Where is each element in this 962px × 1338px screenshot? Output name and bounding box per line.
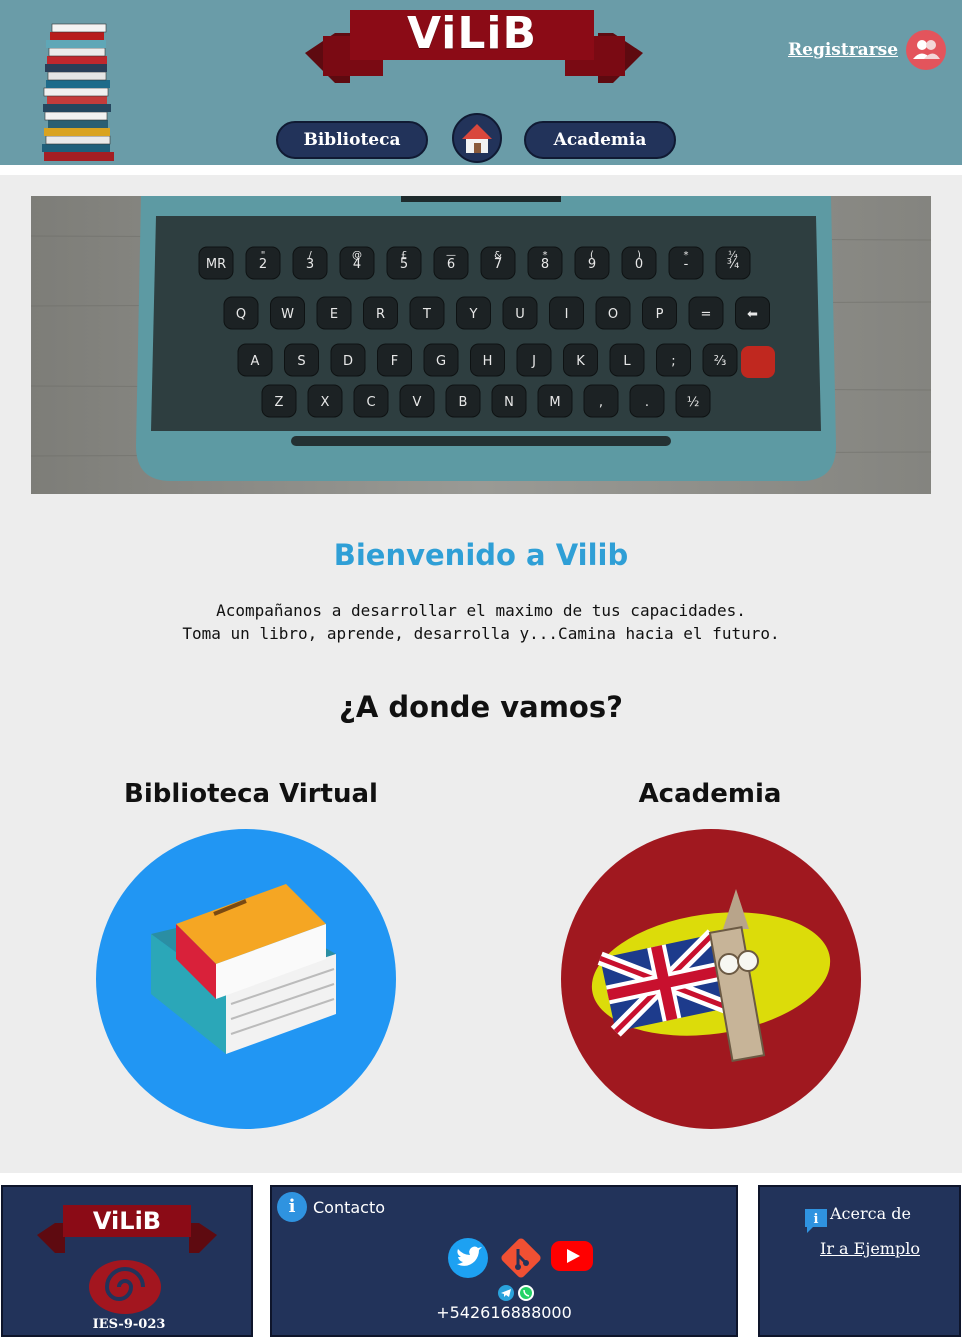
typewriter-key-shift-label: ) xyxy=(637,250,641,261)
contact-phone: +542616888000 xyxy=(436,1303,572,1322)
typewriter-key-label: , xyxy=(599,395,603,410)
typewriter-hero-image: MR 2 " 3/4 @5 £6—7 & 8 * 9(0) - * ¾ ¼ Q W E R T Y U I O P = ⬅ A S D F… xyxy=(31,196,931,494)
typewriter-key-label: S xyxy=(297,354,305,369)
typewriter-red-key xyxy=(741,346,775,378)
typewriter-key-label: E xyxy=(330,307,338,322)
typewriter-key-label: MR xyxy=(206,257,226,272)
typewriter-key-label: Q xyxy=(236,307,246,322)
typewriter-key-label: I xyxy=(565,307,569,322)
typewriter-key-label: M xyxy=(549,395,560,410)
typewriter-key-label: P xyxy=(656,307,664,322)
contact-label: Contacto xyxy=(313,1198,386,1217)
typewriter-key-label: K xyxy=(576,354,585,369)
git-icon[interactable] xyxy=(500,1237,542,1279)
typewriter-key-label: Y xyxy=(469,307,478,322)
intro-line-2: Toma un libro, aprende, desarrolla y...C… xyxy=(182,624,780,643)
typewriter-key-label: W xyxy=(281,307,294,322)
typewriter-key-label: H xyxy=(483,354,493,369)
telegram-icon[interactable] xyxy=(498,1285,514,1301)
footer-about-box: i Acerca de Ir a Ejemplo xyxy=(758,1185,961,1337)
typewriter-key-label: G xyxy=(436,354,446,369)
info-icon: i xyxy=(277,1192,307,1222)
home-button[interactable] xyxy=(452,113,502,163)
typewriter-key-label: ⬅ xyxy=(747,307,758,322)
nav-academia-button[interactable]: Academia xyxy=(524,121,676,159)
about-label: Acerca de xyxy=(830,1204,911,1223)
typewriter-key-label: B xyxy=(459,395,468,410)
typewriter-key-shift-label: & xyxy=(494,250,502,261)
register-users-icon[interactable] xyxy=(906,30,946,70)
card-title-academia: Academia xyxy=(638,779,782,809)
books-icon xyxy=(151,884,336,1054)
intro-line-1: Acompañanos a desarrollar el maximo de t… xyxy=(216,601,746,620)
institute-code: IES-9-023 xyxy=(92,1317,166,1332)
typewriter-key-label: ½ xyxy=(687,395,700,410)
typewriter-key-shift-label: * xyxy=(684,250,689,261)
card-title-biblioteca: Biblioteca Virtual xyxy=(124,779,378,809)
typewriter-key-label: R xyxy=(376,307,385,322)
typewriter-key-label: = xyxy=(701,307,712,322)
typewriter-key-label: N xyxy=(504,395,514,410)
section-title: ¿A donde vamos? xyxy=(339,690,623,724)
brand-title[interactable]: ViLiB xyxy=(350,8,594,60)
typewriter-key-shift-label: * xyxy=(543,250,548,261)
typewriter-key-label: ; xyxy=(671,354,675,369)
example-link[interactable]: Ir a Ejemplo xyxy=(820,1239,920,1258)
academia-circle-link[interactable] xyxy=(561,829,861,1129)
typewriter-key-label: V xyxy=(413,395,422,410)
site-header: ViLiB Biblioteca Academia Registrarse xyxy=(0,0,962,165)
svg-text:i: i xyxy=(814,1212,819,1227)
typewriter-key-shift-label: @ xyxy=(352,250,362,261)
typewriter-key-shift-label: " xyxy=(261,250,266,261)
twitter-icon[interactable] xyxy=(447,1237,489,1279)
biblioteca-circle-link[interactable] xyxy=(96,829,396,1129)
typewriter-key-label: C xyxy=(366,395,375,410)
info-chat-icon: i xyxy=(805,1209,827,1233)
whatsapp-icon[interactable] xyxy=(518,1285,534,1301)
welcome-heading: Bienvenido a Vilib xyxy=(333,538,629,572)
footer-brand-box: ViLiB IES-9-023 xyxy=(1,1185,253,1337)
register-link[interactable]: Registrarse xyxy=(788,40,898,60)
typewriter-key-label: T xyxy=(422,307,431,322)
typewriter-key-shift-label: — xyxy=(446,250,456,261)
book-stack-logo-icon[interactable] xyxy=(38,20,118,165)
typewriter-key-label: . xyxy=(645,395,649,410)
typewriter-key-label: U xyxy=(515,307,525,322)
typewriter-key-label: L xyxy=(623,354,631,369)
typewriter-key-label: ⅔ xyxy=(714,354,727,369)
youtube-icon[interactable] xyxy=(550,1239,594,1273)
nav-biblioteca-button[interactable]: Biblioteca xyxy=(276,121,428,159)
typewriter-key-shift-label: ( xyxy=(590,250,594,261)
footer-brand-title: ViLiB xyxy=(92,1207,162,1235)
typewriter-key-label: Z xyxy=(275,395,284,410)
typewriter-key-label: A xyxy=(251,354,260,369)
typewriter-key-label: X xyxy=(321,395,330,410)
typewriter-key-label: J xyxy=(531,354,536,369)
typewriter-key-label: D xyxy=(343,354,353,369)
typewriter-key-shift-label: £ xyxy=(401,250,407,261)
typewriter-key-label: O xyxy=(608,307,618,322)
typewriter-key-shift-label: ¼ xyxy=(728,249,738,261)
intro-text: Acompañanos a desarrollar el maximo de t… xyxy=(0,599,962,645)
home-icon xyxy=(462,124,492,153)
ies-swirl-logo-icon xyxy=(89,1260,161,1314)
typewriter-key-label: F xyxy=(391,354,398,369)
uk-flag-big-ben-icon xyxy=(591,889,831,1062)
footer-contact-box: i Contacto +542616888000 xyxy=(270,1185,738,1337)
